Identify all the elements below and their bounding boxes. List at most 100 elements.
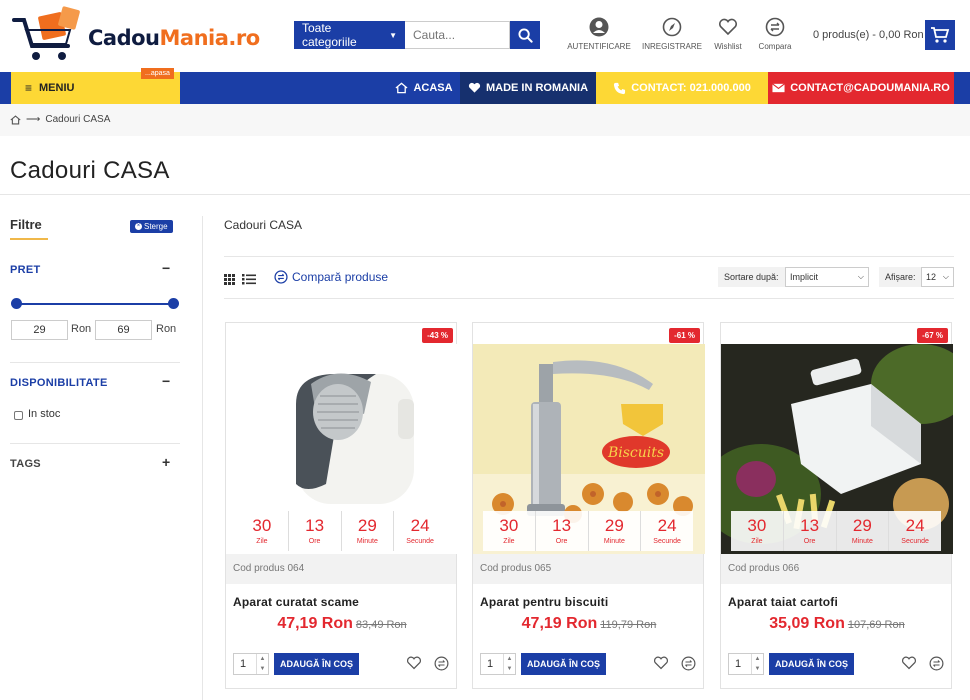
product-name[interactable]: Aparat curatat scame [233, 595, 359, 609]
home-icon[interactable] [10, 114, 21, 125]
quantity-value: 1 [240, 658, 247, 670]
product-name[interactable]: Aparat taiat cartofi [728, 595, 838, 609]
countdown-value: 24 [410, 516, 430, 535]
show-label: Afișare: [879, 267, 922, 287]
countdown-label: Secunde [406, 538, 434, 545]
price-slider-max-handle[interactable] [168, 298, 179, 309]
list-view-icon[interactable] [242, 272, 256, 290]
register-label: INREGISTRARE [642, 42, 703, 51]
deal-countdown: 30 Zile 13 Ore 29 Minute 24 Secunde [483, 511, 693, 551]
add-to-cart-button[interactable]: ADAUGĂ ÎN COȘ [274, 653, 359, 675]
price-slider-min-handle[interactable] [11, 298, 22, 309]
header-actions: AUTENTIFICARE INREGISTRARE Wishlist Comp… [565, 16, 805, 51]
search-input[interactable] [405, 21, 510, 49]
price-current: 47,19 Ron [277, 615, 353, 632]
countdown-days: 30 Zile [236, 511, 289, 551]
countdown-value: 30 [252, 516, 272, 535]
breadcrumb-band [0, 104, 970, 136]
wishlist-link[interactable]: Wishlist [711, 16, 745, 51]
price-old: 83,49 Ron [355, 619, 407, 631]
search-bar: Toate categoriile ▼ [294, 21, 540, 49]
grid-view-icon[interactable] [224, 272, 235, 290]
expand-plus-icon[interactable]: + [162, 454, 170, 470]
category-select[interactable]: Toate categoriile ▼ [294, 21, 405, 49]
filters-title: Filtre [10, 217, 42, 232]
in-stock-checkbox[interactable] [14, 411, 23, 420]
countdown-value: 29 [852, 516, 872, 535]
register-link[interactable]: INREGISTRARE [642, 16, 703, 51]
compare-label: Compara [758, 42, 792, 51]
price-min-input[interactable]: 29 [11, 320, 68, 340]
compare-products-label: Compară produse [292, 270, 389, 284]
countdown-value: 13 [552, 516, 572, 535]
product-image[interactable]: 30 Zile 13 Ore 29 Minute 24 Secunde [721, 344, 953, 554]
compare-link[interactable]: Compara [755, 16, 795, 51]
countdown-seconds: 24 Secunde [641, 511, 693, 551]
quantity-arrows-icon[interactable]: ▲ ▼ [256, 654, 268, 674]
cart-button[interactable] [925, 20, 955, 50]
product-image[interactable]: 30 Zile 13 Ore 29 Minute 24 Secunde [226, 344, 458, 554]
compare-icon[interactable] [681, 656, 696, 671]
breadcrumb: ⟶ Cadouri CASA [10, 114, 110, 125]
sidebar-divider [10, 443, 180, 444]
product-code: Cod produs 066 [721, 554, 951, 584]
countdown-label: Secunde [653, 538, 681, 545]
cart-summary[interactable]: 0 produs(e) - 0,00 Ron [813, 29, 924, 41]
add-to-cart-button[interactable]: ADAUGĂ ÎN COȘ [521, 653, 606, 675]
quantity-stepper[interactable]: 1 ▲ ▼ [233, 653, 269, 675]
price-row: 47,19 Ron 83,49 Ron [226, 615, 458, 633]
availability-filter-title[interactable]: DISPONIBILITATE [10, 377, 108, 389]
product-image[interactable]: Biscuits 30 Zile 13 Ore 29 Minute 24 Secunde [473, 344, 705, 554]
nav-item-home[interactable]: ACASA [388, 72, 460, 104]
heart-icon [718, 18, 738, 36]
quantity-value: 1 [487, 658, 494, 670]
compass-icon [662, 17, 682, 37]
hamburger-icon: ≡ [25, 81, 33, 95]
quantity-stepper[interactable]: 1 ▲ ▼ [480, 653, 516, 675]
collapse-minus-icon[interactable]: − [162, 260, 170, 276]
collapse-minus-icon[interactable]: − [162, 373, 170, 389]
countdown-minutes: 29 Minute [589, 511, 642, 551]
clear-filters-button[interactable]: × Sterge [130, 220, 173, 233]
header: CadouMania.ro Toate categoriile ▼ AUTENT… [0, 0, 970, 72]
nav-item-contact-email[interactable]: CONTACT@CADOUMANIA.RO [768, 72, 954, 104]
product-card[interactable]: 30 Zile 13 Ore 29 Minute 24 Secunde -43 % Co… [225, 322, 458, 689]
add-to-cart-button[interactable]: ADAUGĂ ÎN COȘ [769, 653, 854, 675]
toolbar-divider [224, 256, 954, 257]
filters-underline [10, 238, 48, 240]
compare-icon[interactable] [929, 656, 944, 671]
per-page-select[interactable]: 12 ⌵ [921, 267, 954, 287]
wishlist-heart-icon[interactable] [406, 656, 422, 670]
quantity-stepper[interactable]: 1 ▲ ▼ [728, 653, 764, 675]
product-card[interactable]: Biscuits 30 Zile 13 Ore 29 Minute 24 Secunde… [472, 322, 705, 689]
price-max-input[interactable]: 69 [95, 320, 152, 340]
nav-item-made-in-romania[interactable]: MADE IN ROMANIA [460, 72, 596, 104]
quantity-arrows-icon[interactable]: ▲ ▼ [503, 654, 515, 674]
nav-item-email-label: CONTACT@CADOUMANIA.RO [790, 82, 950, 94]
compare-icon [765, 17, 785, 37]
site-logo[interactable]: CadouMania.ro [10, 6, 260, 66]
price-filter-title[interactable]: PRET [10, 264, 41, 276]
login-link[interactable]: AUTENTIFICARE [565, 16, 633, 51]
in-stock-label[interactable]: In stoc [28, 408, 60, 420]
countdown-value: 29 [357, 516, 377, 535]
countdown-value: 13 [800, 516, 820, 535]
product-card[interactable]: 30 Zile 13 Ore 29 Minute 24 Secunde -67 % Co… [720, 322, 953, 689]
countdown-label: Zile [256, 538, 268, 545]
quantity-arrows-icon[interactable]: ▲ ▼ [751, 654, 763, 674]
logo-text: CadouMania.ro [88, 26, 260, 50]
sort-select[interactable]: Implicit ⌵ [785, 267, 869, 287]
compare-products-link[interactable]: Compară produse [274, 270, 388, 284]
wishlist-heart-icon[interactable] [653, 656, 669, 670]
mail-icon [772, 83, 786, 93]
compare-icon[interactable] [434, 656, 449, 671]
search-button[interactable] [510, 21, 540, 49]
countdown-hours: 13 Ore [289, 511, 342, 551]
tags-filter-title[interactable]: TAGS [10, 458, 41, 470]
price-old: 119,79 Ron [600, 619, 657, 631]
nav-item-contact-phone[interactable]: CONTACT: 021.000.000 [596, 72, 768, 104]
product-name[interactable]: Aparat pentru biscuiti [480, 595, 608, 609]
quantity-value: 1 [735, 658, 742, 670]
price-slider-track[interactable] [16, 303, 174, 305]
wishlist-heart-icon[interactable] [901, 656, 917, 670]
